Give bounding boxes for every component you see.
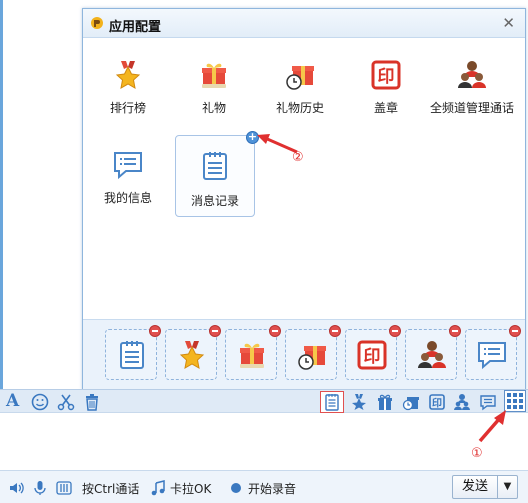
- toolbar-apps-dock: 印: [83, 319, 525, 390]
- channel-admin-icon: [418, 341, 446, 368]
- font-icon[interactable]: A: [6, 391, 24, 411]
- svg-text:印: 印: [432, 398, 442, 410]
- ctrl-talk-label: 按Ctrl通话: [82, 481, 140, 496]
- mixer-icon[interactable]: [56, 479, 72, 497]
- bottom-bar: 按Ctrl通话 卡拉OK 开始录音 发送 ▼: [0, 470, 528, 503]
- emoji-icon[interactable]: [31, 393, 49, 411]
- remove-from-toolbar-button[interactable]: [209, 325, 221, 337]
- stamp-icon: 印: [371, 60, 401, 90]
- dock-slot-my-info[interactable]: [465, 325, 521, 380]
- message-input-area[interactable]: [0, 414, 528, 470]
- record-dot-icon: [231, 483, 241, 493]
- chat-window: 应用配置 ✕ 排行榜 礼物 礼物历史 印 盖章 全频道管理通话 我的信息 消息记…: [0, 0, 528, 503]
- send-button-group: 发送 ▼: [452, 475, 518, 499]
- stamp-icon[interactable]: 印: [428, 393, 446, 411]
- svg-text:印: 印: [378, 67, 395, 87]
- channel-admin-icon[interactable]: [453, 393, 471, 411]
- remove-from-toolbar-button[interactable]: [389, 325, 401, 337]
- remove-from-toolbar-button[interactable]: [149, 325, 161, 337]
- remove-from-toolbar-button[interactable]: [449, 325, 461, 337]
- dock-slot-gift[interactable]: [225, 325, 281, 380]
- app-item-message-record[interactable]: 消息记录 +: [175, 131, 259, 217]
- annotation-number-one: ①: [471, 446, 483, 461]
- dock-slot-stamp[interactable]: 印: [345, 325, 401, 380]
- message-record-icon: [203, 152, 227, 180]
- annotation-number-two: ②: [292, 150, 304, 165]
- ranking-medal-icon: [179, 341, 205, 369]
- popup-header: 应用配置 ✕: [83, 9, 525, 38]
- message-record-icon: [120, 341, 144, 369]
- ctrl-talk-option[interactable]: 按Ctrl通话: [82, 479, 139, 497]
- send-options-dropdown[interactable]: ▼: [497, 476, 517, 498]
- dock-slot-message-record[interactable]: [105, 325, 161, 380]
- window-edge: [0, 0, 3, 390]
- ranking-icon[interactable]: [350, 393, 368, 411]
- app-item-channel-admin[interactable]: 全频道管理通话: [430, 39, 514, 121]
- gift-icon: [240, 343, 264, 368]
- scissors-icon[interactable]: [57, 393, 75, 411]
- music-note-icon: [151, 480, 165, 496]
- gift-history-icon: [286, 66, 314, 90]
- app-config-popup: 应用配置 ✕ 排行榜 礼物 礼物历史 印 盖章 全频道管理通话 我的信息 消息记…: [82, 8, 526, 390]
- my-info-icon: [114, 152, 142, 180]
- karaoke-button[interactable]: 卡拉OK: [150, 479, 211, 497]
- toolbar-message-record-button[interactable]: [320, 391, 344, 413]
- record-label: 开始录音: [248, 481, 297, 496]
- popup-title: 应用配置: [109, 20, 162, 35]
- speaker-icon[interactable]: [8, 479, 24, 497]
- gift-icon: [202, 63, 226, 88]
- stamp-icon: 印: [357, 340, 387, 370]
- microphone-icon[interactable]: [32, 479, 48, 497]
- app-logo-icon: [91, 17, 103, 29]
- channel-admin-icon: [458, 61, 486, 88]
- my-info-icon: [478, 342, 506, 370]
- gift-icon[interactable]: [376, 393, 394, 411]
- dock-slot-channel-admin[interactable]: [405, 325, 461, 380]
- trash-icon[interactable]: [83, 393, 101, 411]
- karaoke-label: 卡拉OK: [170, 481, 212, 496]
- dock-slot-gift-history[interactable]: [285, 325, 341, 380]
- app-label: 全频道管理通话: [429, 101, 514, 115]
- gift-history-icon: [298, 346, 326, 370]
- message-record-icon: [325, 394, 339, 411]
- svg-text:印: 印: [364, 347, 381, 367]
- app-label: 消息记录: [190, 194, 239, 208]
- record-button[interactable]: 开始录音: [228, 479, 296, 497]
- ranking-medal-icon: [115, 61, 141, 89]
- dock-slot-ranking[interactable]: [165, 325, 221, 380]
- remove-from-toolbar-button[interactable]: [269, 325, 281, 337]
- chat-toolbar: A 印: [0, 389, 528, 413]
- remove-from-toolbar-button[interactable]: [509, 325, 521, 337]
- close-icon[interactable]: ✕: [502, 14, 515, 32]
- annotation-arrow-one: [478, 410, 506, 443]
- send-button[interactable]: 发送: [453, 476, 497, 498]
- remove-from-toolbar-button[interactable]: [329, 325, 341, 337]
- gift-history-icon[interactable]: [402, 393, 420, 411]
